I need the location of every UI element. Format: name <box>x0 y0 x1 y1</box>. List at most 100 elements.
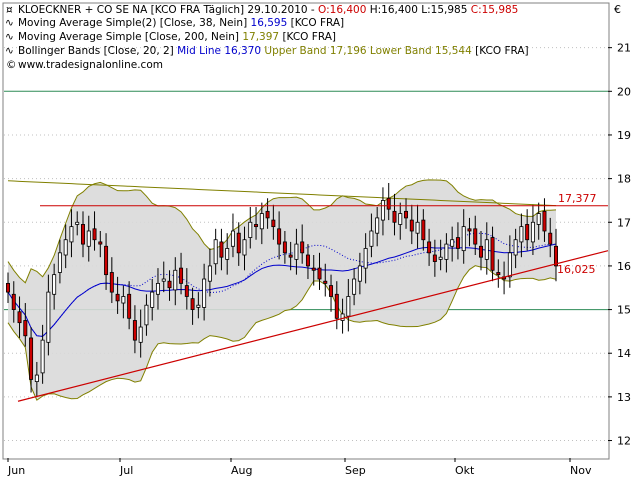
candle-body <box>409 219 414 232</box>
candle-body <box>104 245 109 276</box>
candle-body <box>461 226 466 252</box>
candle-body <box>11 293 16 310</box>
candle-body <box>496 272 501 276</box>
y-tick-label: 12 <box>617 435 631 448</box>
ma200-suffix: [KCO FRA] <box>282 31 336 43</box>
candle-body <box>155 282 160 295</box>
candle-body <box>236 232 241 254</box>
candle-body <box>519 226 524 243</box>
candle-body <box>225 248 230 260</box>
svg-text:Moving Average Simple [Close,: Moving Average Simple [Close, 200, Nein]… <box>18 31 336 43</box>
candle-body <box>81 224 85 245</box>
candle-body <box>530 221 535 243</box>
y-tick-label: 15 <box>617 304 631 317</box>
x-tick-label: Nov <box>570 464 592 477</box>
copyright-text: www.tradesignalonline.com <box>18 59 163 71</box>
candle-body <box>230 230 235 247</box>
candle-body <box>271 219 276 228</box>
candle-body <box>329 285 334 297</box>
boll-label: Bollinger Bands [Close, 20, 2] <box>18 45 174 57</box>
candle-body <box>98 241 103 245</box>
candle-body <box>259 213 264 230</box>
candle-body <box>369 230 374 247</box>
legend-symbol-line: ¤ KLOECKNER + CO SE NA [KCO FRA Täglich]… <box>6 4 518 16</box>
ma200-value: 17,397 <box>242 31 279 43</box>
legend-ma200: ∿ Moving Average Simple [Close, 200, Nei… <box>5 31 336 43</box>
candle-body <box>277 228 282 245</box>
x-tick-label: Jun <box>7 464 25 477</box>
y-tick-label: 18 <box>617 173 631 186</box>
candle-body <box>29 337 34 380</box>
high-value: H:16,400 <box>370 4 418 16</box>
candle-body <box>190 298 195 310</box>
copyright-icon: © <box>6 59 17 71</box>
symbol-icon: ¤ <box>6 4 13 16</box>
candle-body <box>386 197 391 210</box>
y-tick-label: 13 <box>617 391 631 404</box>
x-axis: Jun Jul Aug Sep Okt Nov <box>7 458 592 477</box>
candle-body <box>536 213 541 225</box>
low-value: L:15,985 <box>421 4 467 16</box>
candle-body <box>75 221 80 225</box>
candle-body <box>46 291 51 343</box>
y-tick-label: 19 <box>617 129 631 142</box>
svg-text:Moving Average Simple(2) [Clos: Moving Average Simple(2) [Close, 38, Nei… <box>18 17 344 29</box>
candle-body <box>427 241 432 254</box>
symbol-name: KLOECKNER + CO SE NA [KCO FRA Täglich] 2… <box>18 4 318 16</box>
candle-body <box>507 252 512 278</box>
currency-symbol: € <box>614 3 621 16</box>
candle-body <box>248 221 253 238</box>
legend-copyright: © www.tradesignalonline.com <box>6 59 163 71</box>
candle-body <box>352 278 357 295</box>
candle-body <box>219 241 224 258</box>
svg-text:KLOECKNER + CO SE NA [KCO FRA: KLOECKNER + CO SE NA [KCO FRA Täglich] 2… <box>18 4 518 16</box>
candle-body <box>363 248 368 269</box>
candle-body <box>375 217 380 234</box>
y-axis: 12 13 14 15 16 17 18 19 20 21 <box>608 42 631 448</box>
legend-bollinger: ∿ Bollinger Bands [Close, 20, 2] Mid Lin… <box>5 45 529 57</box>
candle-body <box>69 226 74 243</box>
legend-ma38: ∿ Moving Average Simple(2) [Close, 38, N… <box>5 17 344 29</box>
candle-body <box>17 311 22 324</box>
candle-body <box>479 245 483 258</box>
candle-body <box>34 374 39 383</box>
y-tick-label: 21 <box>617 42 631 55</box>
candle-body <box>305 254 310 267</box>
x-tick-label: Okt <box>455 464 475 477</box>
candle-body <box>392 210 397 223</box>
ma38-label: Moving Average Simple(2) [Close, 38, Nei… <box>18 17 247 29</box>
candle-body <box>115 293 120 302</box>
candle-body <box>357 265 362 282</box>
candle-body <box>542 210 547 232</box>
boll-mid: Mid Line 16,370 <box>177 45 261 57</box>
candle-body <box>282 241 287 254</box>
candle-body <box>432 254 437 262</box>
candle-body <box>173 269 178 291</box>
x-tick-label: Jul <box>119 464 133 477</box>
line-icon: ∿ <box>5 17 14 29</box>
candle-body <box>300 241 305 254</box>
ma200-label: Moving Average Simple [Close, 200, Nein] <box>18 31 239 43</box>
candle-body <box>398 213 403 225</box>
candle-body <box>167 280 172 289</box>
candle-body <box>317 267 322 280</box>
candle-body <box>334 293 339 319</box>
candle-body <box>150 291 155 308</box>
candle-body <box>548 232 553 245</box>
open-value: O:16,400 <box>318 4 366 16</box>
candle-body <box>311 267 316 271</box>
boll-suffix: [KCO FRA] <box>475 45 529 57</box>
candle-body <box>490 237 495 271</box>
y-tick-label: 16 <box>617 260 631 273</box>
y-tick-label: 17 <box>617 216 631 229</box>
candle-body <box>467 228 472 232</box>
candle-body <box>184 285 189 297</box>
candle-body <box>138 326 143 343</box>
candle-body <box>525 224 530 241</box>
candle-body <box>179 267 184 284</box>
candle-body <box>213 239 218 265</box>
candle-body <box>323 280 328 284</box>
x-tick-label: Aug <box>231 464 252 477</box>
candle-body <box>52 274 57 295</box>
candle-body <box>86 230 91 247</box>
